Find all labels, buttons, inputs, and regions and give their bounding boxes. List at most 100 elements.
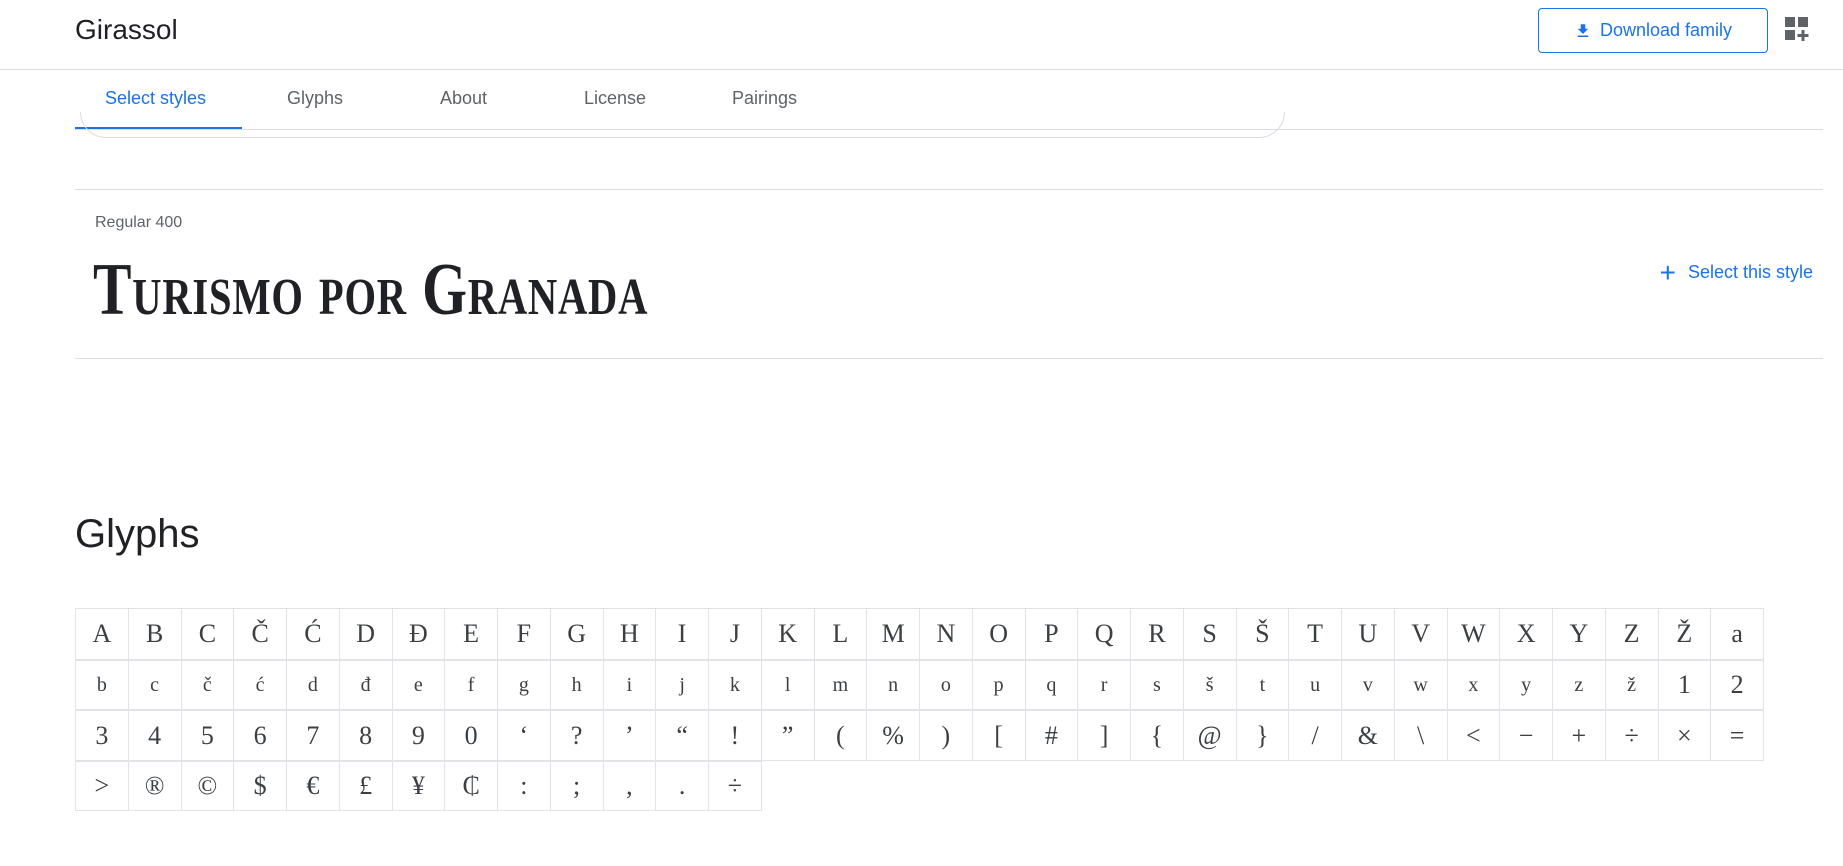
glyph-cell[interactable]: g bbox=[497, 660, 551, 710]
glyph-cell[interactable]: a bbox=[1710, 608, 1764, 660]
tab-license[interactable]: License bbox=[584, 88, 646, 109]
glyph-cell[interactable]: % bbox=[866, 710, 920, 761]
glyph-cell[interactable]: 7 bbox=[286, 710, 340, 761]
glyph-cell[interactable]: i bbox=[602, 660, 657, 710]
glyph-cell[interactable]: , bbox=[602, 761, 657, 811]
glyph-cell[interactable]: j bbox=[655, 660, 709, 710]
grid-add-icon[interactable] bbox=[1784, 16, 1810, 42]
glyph-cell[interactable]: b bbox=[75, 660, 129, 710]
glyph-cell[interactable]: e bbox=[391, 660, 446, 710]
glyph-cell[interactable]: G bbox=[549, 608, 604, 660]
glyph-cell[interactable]: − bbox=[1499, 710, 1553, 761]
glyph-cell[interactable]: r bbox=[1077, 660, 1131, 710]
glyph-cell[interactable]: [ bbox=[971, 710, 1026, 761]
glyph-cell[interactable]: £ bbox=[338, 761, 393, 811]
glyph-cell[interactable]: . bbox=[655, 761, 709, 811]
glyph-cell[interactable]: đ bbox=[338, 660, 393, 710]
download-family-button[interactable]: Download family bbox=[1538, 8, 1768, 53]
glyph-cell[interactable]: ÷ bbox=[708, 761, 762, 811]
glyph-cell[interactable]: T bbox=[1288, 608, 1342, 660]
glyph-cell[interactable]: U bbox=[1341, 608, 1395, 660]
tab-about[interactable]: About bbox=[440, 88, 487, 109]
glyph-cell[interactable]: 1 bbox=[1657, 660, 1712, 710]
glyph-cell[interactable]: A bbox=[75, 608, 129, 660]
glyph-cell[interactable]: 0 bbox=[444, 710, 498, 761]
glyph-cell[interactable]: V bbox=[1393, 608, 1448, 660]
glyph-cell[interactable]: { bbox=[1130, 710, 1184, 761]
glyph-cell[interactable]: w bbox=[1393, 660, 1448, 710]
glyph-cell[interactable]: ’ bbox=[602, 710, 657, 761]
glyph-cell[interactable]: 9 bbox=[391, 710, 446, 761]
glyph-cell[interactable]: Q bbox=[1077, 608, 1131, 660]
glyph-cell[interactable]: © bbox=[180, 761, 235, 811]
glyph-cell[interactable]: Z bbox=[1604, 608, 1659, 660]
glyph-cell[interactable]: & bbox=[1341, 710, 1395, 761]
glyph-cell[interactable]: ( bbox=[813, 710, 868, 761]
glyph-cell[interactable]: } bbox=[1235, 710, 1290, 761]
glyph-cell[interactable]: 4 bbox=[127, 710, 182, 761]
glyph-cell[interactable]: \ bbox=[1393, 710, 1448, 761]
glyph-cell[interactable]: s bbox=[1130, 660, 1184, 710]
glyph-cell[interactable]: M bbox=[866, 608, 920, 660]
glyph-cell[interactable]: > bbox=[75, 761, 129, 811]
glyph-cell[interactable]: @ bbox=[1182, 710, 1237, 761]
glyph-cell[interactable]: S bbox=[1182, 608, 1237, 660]
glyph-cell[interactable]: ® bbox=[127, 761, 182, 811]
glyph-cell[interactable]: Ž bbox=[1657, 608, 1712, 660]
glyph-cell[interactable]: H bbox=[602, 608, 657, 660]
glyph-cell[interactable]: 3 bbox=[75, 710, 129, 761]
glyph-cell[interactable]: Ć bbox=[286, 608, 340, 660]
glyph-cell[interactable]: : bbox=[497, 761, 551, 811]
glyph-cell[interactable]: ‘ bbox=[497, 710, 551, 761]
glyph-cell[interactable]: h bbox=[549, 660, 604, 710]
tab-glyphs[interactable]: Glyphs bbox=[287, 88, 343, 109]
glyph-cell[interactable]: ; bbox=[549, 761, 604, 811]
glyph-cell[interactable]: f bbox=[444, 660, 498, 710]
glyph-cell[interactable]: ? bbox=[549, 710, 604, 761]
glyph-cell[interactable]: # bbox=[1024, 710, 1079, 761]
glyph-cell[interactable]: 6 bbox=[233, 710, 287, 761]
glyph-cell[interactable]: 2 bbox=[1710, 660, 1764, 710]
glyph-cell[interactable]: v bbox=[1341, 660, 1395, 710]
glyph-cell[interactable]: Y bbox=[1552, 608, 1606, 660]
glyph-cell[interactable]: q bbox=[1024, 660, 1079, 710]
glyph-cell[interactable]: × bbox=[1657, 710, 1712, 761]
glyph-cell[interactable]: Đ bbox=[391, 608, 446, 660]
glyph-cell[interactable]: + bbox=[1552, 710, 1606, 761]
glyph-cell[interactable]: ÷ bbox=[1604, 710, 1659, 761]
glyph-cell[interactable]: O bbox=[971, 608, 1026, 660]
glyph-cell[interactable]: € bbox=[286, 761, 340, 811]
glyph-cell[interactable]: D bbox=[338, 608, 393, 660]
glyph-cell[interactable]: ž bbox=[1604, 660, 1659, 710]
glyph-cell[interactable]: X bbox=[1499, 608, 1553, 660]
glyph-cell[interactable]: ] bbox=[1077, 710, 1131, 761]
glyph-cell[interactable]: 8 bbox=[338, 710, 393, 761]
glyph-cell[interactable]: I bbox=[655, 608, 709, 660]
glyph-cell[interactable]: y bbox=[1499, 660, 1553, 710]
glyph-cell[interactable]: L bbox=[813, 608, 868, 660]
glyph-cell[interactable]: š bbox=[1182, 660, 1237, 710]
glyph-cell[interactable]: F bbox=[497, 608, 551, 660]
glyph-cell[interactable]: ” bbox=[760, 710, 815, 761]
glyph-cell[interactable]: Š bbox=[1235, 608, 1290, 660]
glyph-cell[interactable]: z bbox=[1552, 660, 1606, 710]
glyph-cell[interactable]: E bbox=[444, 608, 498, 660]
select-this-style-button[interactable]: + Select this style bbox=[1660, 258, 1813, 286]
glyph-cell[interactable]: k bbox=[708, 660, 762, 710]
glyph-cell[interactable]: Č bbox=[233, 608, 287, 660]
glyph-cell[interactable]: ) bbox=[919, 710, 973, 761]
glyph-cell[interactable]: 5 bbox=[180, 710, 235, 761]
glyph-cell[interactable]: N bbox=[919, 608, 973, 660]
glyph-cell[interactable]: x bbox=[1446, 660, 1501, 710]
glyph-cell[interactable]: ! bbox=[708, 710, 762, 761]
glyph-cell[interactable]: o bbox=[919, 660, 973, 710]
glyph-cell[interactable]: u bbox=[1288, 660, 1342, 710]
glyph-cell[interactable]: $ bbox=[233, 761, 287, 811]
glyph-cell[interactable]: W bbox=[1446, 608, 1501, 660]
glyph-cell[interactable]: / bbox=[1288, 710, 1342, 761]
tab-pairings[interactable]: Pairings bbox=[732, 88, 797, 109]
glyph-cell[interactable]: ć bbox=[233, 660, 287, 710]
glyph-cell[interactable]: t bbox=[1235, 660, 1290, 710]
tab-select-styles[interactable]: Select styles bbox=[105, 88, 206, 109]
glyph-cell[interactable]: R bbox=[1130, 608, 1184, 660]
